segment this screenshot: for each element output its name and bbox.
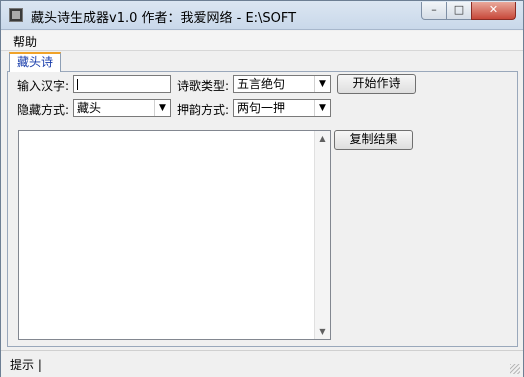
copy-result-button[interactable]: 复制结果 xyxy=(334,130,413,150)
rhyme-mode-value: 两句一押 xyxy=(237,101,286,115)
input-label: 输入汉字: xyxy=(17,79,70,93)
hide-mode-value: 藏头 xyxy=(77,101,102,115)
result-textarea[interactable]: ▲ ▼ xyxy=(18,130,331,340)
text-caret xyxy=(77,79,78,90)
minimize-button[interactable]: – xyxy=(421,2,447,20)
scroll-up-icon[interactable]: ▲ xyxy=(315,131,330,146)
poem-type-value: 五言绝句 xyxy=(237,77,286,91)
result-scrollbar[interactable]: ▲ ▼ xyxy=(314,131,330,339)
status-bar: 提示 | xyxy=(1,350,523,377)
chevron-down-icon[interactable]: ▼ xyxy=(154,100,170,116)
app-icon xyxy=(9,8,23,22)
rhyme-mode-label: 押韵方式: xyxy=(177,103,230,117)
scroll-down-icon[interactable]: ▼ xyxy=(315,324,330,339)
chevron-down-icon[interactable]: ▼ xyxy=(314,76,330,92)
maximize-button[interactable]: □ xyxy=(446,2,472,20)
chevron-down-icon[interactable]: ▼ xyxy=(314,100,330,116)
hide-mode-select[interactable]: 藏头 ▼ xyxy=(73,99,171,117)
status-text: 提示 | xyxy=(10,358,42,372)
poem-type-label: 诗歌类型: xyxy=(177,79,230,93)
hide-mode-label: 隐藏方式: xyxy=(17,103,70,117)
start-poem-button[interactable]: 开始作诗 xyxy=(337,74,416,94)
window-title: 藏头诗生成器v1.0 作者：我爱网络 - E:\SOFT xyxy=(31,11,297,26)
rhyme-mode-select[interactable]: 两句一押 ▼ xyxy=(233,99,331,117)
chinese-text-input[interactable] xyxy=(73,75,171,93)
title-bar[interactable]: 藏头诗生成器v1.0 作者：我爱网络 - E:\SOFT – □ ✕ xyxy=(1,1,523,30)
menu-bar: 帮助 xyxy=(1,31,523,51)
menu-help[interactable]: 帮助 xyxy=(13,33,37,50)
close-button[interactable]: ✕ xyxy=(471,2,516,20)
app-window: 藏头诗生成器v1.0 作者：我爱网络 - E:\SOFT – □ ✕ 帮助 藏头… xyxy=(0,0,524,377)
poem-type-select[interactable]: 五言绝句 ▼ xyxy=(233,75,331,93)
resize-grip-icon[interactable] xyxy=(510,364,520,374)
tab-acrostic-poem[interactable]: 藏头诗 xyxy=(9,52,61,72)
